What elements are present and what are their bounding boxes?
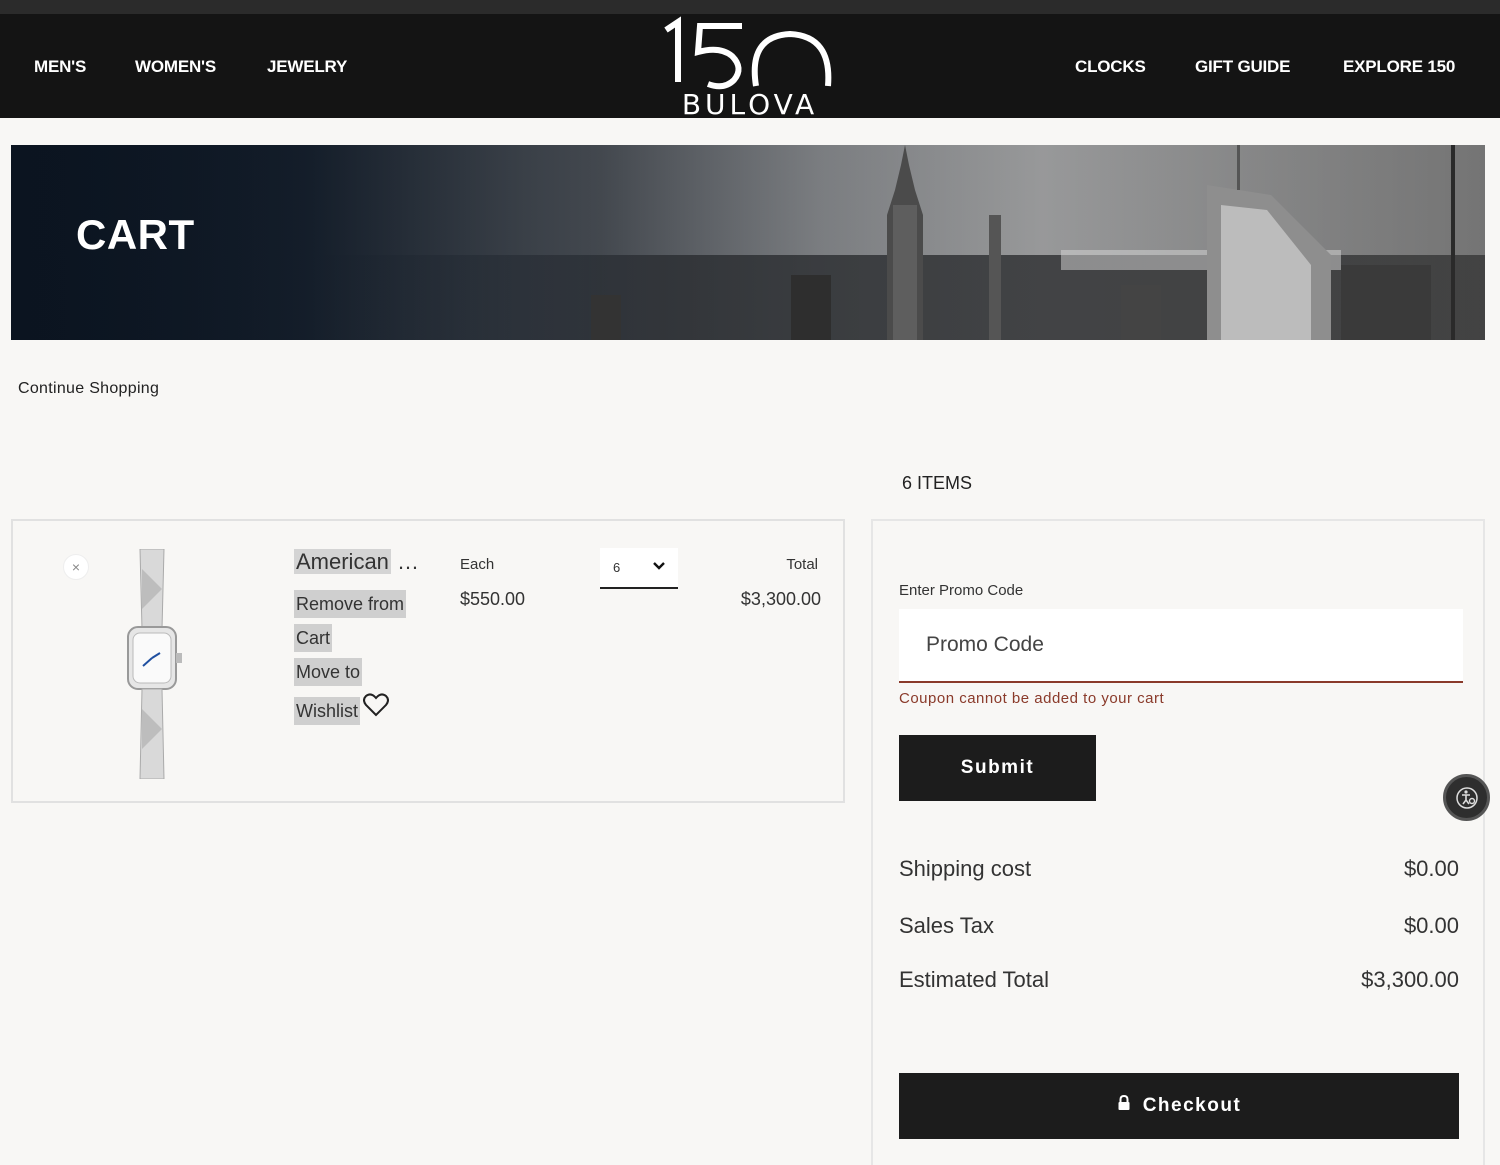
product-name[interactable]: American … <box>294 549 419 575</box>
nav-clocks[interactable]: CLOCKS <box>1075 57 1146 77</box>
shipping-label: Shipping cost <box>899 856 1032 881</box>
heart-icon[interactable] <box>363 693 389 717</box>
site-header: MEN'S WOMEN'S JEWELRY BULOVA CLOCKS GIFT… <box>0 14 1500 121</box>
line-total: $3,300.00 <box>740 589 821 609</box>
shipping-value: $0.00 <box>1403 856 1459 881</box>
move-to-wishlist-link[interactable]: Move to <box>294 658 363 686</box>
estimated-total-label: Estimated Total <box>899 967 1050 992</box>
product-name-ellipsis: … <box>397 549 420 574</box>
total-label: Total <box>786 556 818 573</box>
accessibility-button[interactable] <box>1443 774 1490 821</box>
checkout-label: Checkout <box>1142 1095 1242 1116</box>
each-label: Each <box>460 556 495 573</box>
quantity-value: 6 <box>613 560 621 575</box>
move-to-wishlist-link-cont[interactable]: Wishlist <box>294 697 360 725</box>
submit-promo-button[interactable]: Submit <box>899 735 1096 801</box>
accessibility-icon <box>1456 787 1478 809</box>
promo-code-input[interactable] <box>899 609 1463 683</box>
items-count: 6 ITEMS <box>902 473 973 493</box>
nav-gift-guide[interactable]: GIFT GUIDE <box>1195 57 1290 77</box>
tax-value: $0.00 <box>1403 913 1459 938</box>
tax-label: Sales Tax <box>899 913 994 938</box>
nav-mens[interactable]: MEN'S <box>34 57 86 77</box>
promo-code-label: Enter Promo Code <box>899 582 1024 599</box>
nav-explore-150[interactable]: EXPLORE 150 <box>1343 57 1455 77</box>
watch-product-image[interactable] <box>108 549 198 779</box>
city-skyline-image <box>11 145 1485 340</box>
close-icon[interactable]: × <box>63 554 89 580</box>
nav-womens[interactable]: WOMEN'S <box>135 57 216 77</box>
remove-from-cart-link-cont[interactable]: Cart <box>294 624 333 652</box>
promo-error-message: Coupon cannot be added to your cart <box>899 690 1165 707</box>
remove-from-cart-link[interactable]: Remove from <box>294 590 407 618</box>
shipping-row: Shipping cost $0.00 <box>899 856 1459 882</box>
nav-jewelry[interactable]: JEWELRY <box>267 57 347 77</box>
product-name-text[interactable]: American <box>294 549 391 574</box>
checkout-button[interactable]: Checkout <box>899 1073 1459 1139</box>
top-strip <box>0 0 1500 14</box>
cart-item-card: × American … Remove from Cart Move to Wi… <box>11 519 845 803</box>
tax-row: Sales Tax $0.00 <box>899 913 1459 939</box>
logo-wordmark: BULOVA <box>681 88 819 121</box>
estimated-total-value: $3,300.00 <box>1361 967 1459 992</box>
page-title: CART <box>76 211 195 258</box>
chevron-down-icon <box>653 562 665 570</box>
lock-icon <box>1118 1095 1130 1110</box>
estimated-total-row: Estimated Total $3,300.00 <box>899 967 1459 993</box>
bulova-150-logo[interactable]: BULOVA <box>660 16 840 121</box>
order-summary: Enter Promo Code Coupon cannot be added … <box>871 519 1485 1165</box>
continue-shopping-link[interactable]: Continue Shopping <box>18 380 159 398</box>
unit-price: $550.00 <box>460 589 526 609</box>
cart-hero-banner: CART <box>11 145 1485 340</box>
quantity-select[interactable]: 6 <box>600 548 678 589</box>
